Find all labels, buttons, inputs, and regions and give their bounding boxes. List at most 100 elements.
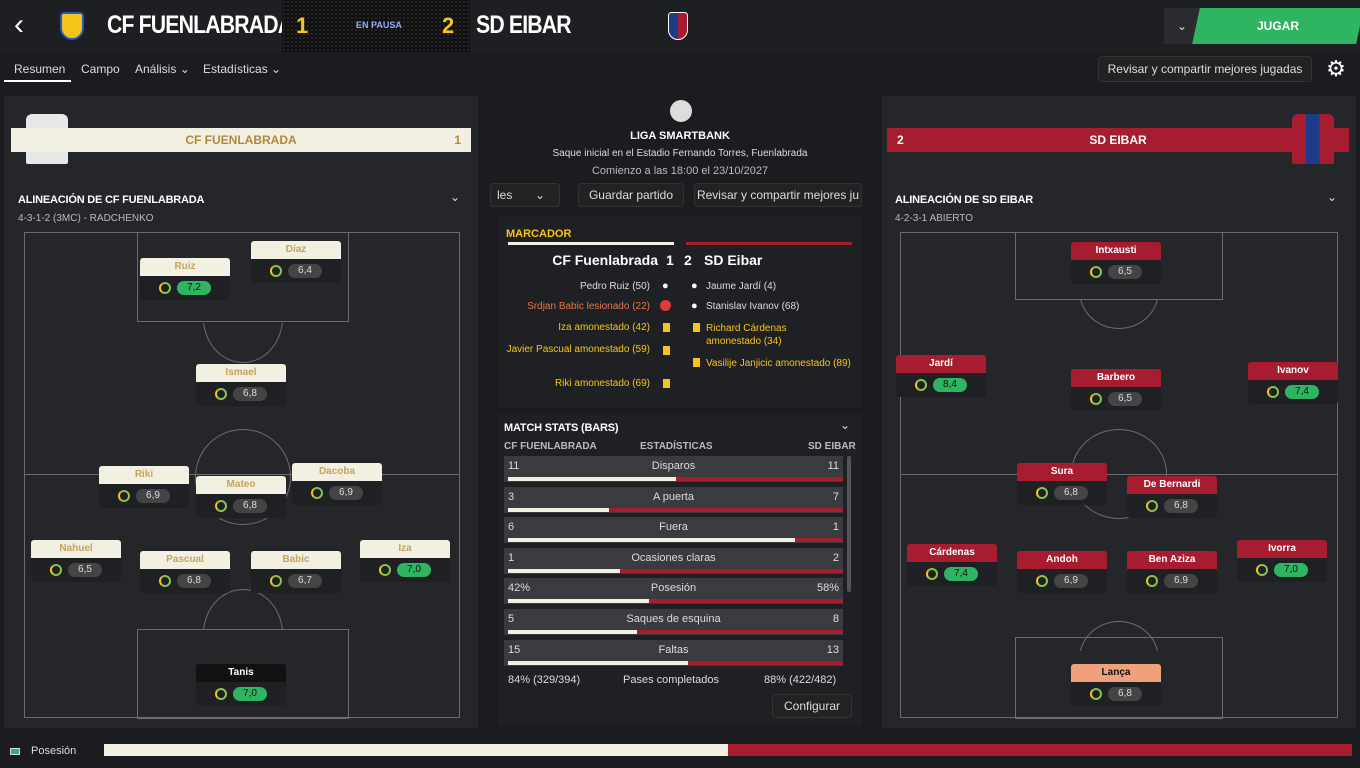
away-player[interactable]: Jardí 8,4 (896, 355, 986, 397)
away-formation: 4-2-3-1 ABIERTO (895, 213, 973, 224)
stat-away-bar (795, 538, 843, 542)
save-match-button[interactable]: Guardar partido (578, 183, 684, 207)
form-icon (915, 379, 927, 391)
away-player[interactable]: Ben Aziza 6,9 (1127, 551, 1217, 593)
home-player[interactable]: Iza 7,0 (360, 540, 450, 582)
home-player[interactable]: Babic 6,7 (251, 551, 341, 593)
away-player[interactable]: Ivorra 7,0 (1237, 540, 1327, 582)
stat-label: Disparos (651, 460, 696, 472)
stat-label: Saques de esquina (626, 613, 721, 625)
tab-resumen[interactable]: Resumen (14, 62, 65, 76)
home-player[interactable]: Mateo 6,8 (196, 476, 286, 518)
passes-home: 84% (329/394) (508, 674, 581, 686)
tab-campo[interactable]: Campo (81, 62, 120, 76)
score-box: 1 EN PAUSA 2 (282, 0, 470, 52)
away-event: Richard Cárdenas amonestado (34) (706, 323, 787, 347)
player-rating: 6,8 (1164, 499, 1198, 513)
player-name: Riki (99, 466, 189, 484)
chevron-down-icon[interactable]: ⌄ (1327, 190, 1337, 204)
gear-icon[interactable]: ⚙ (1322, 56, 1350, 82)
possession-home-bar (104, 744, 728, 756)
away-player[interactable]: Sura 6,8 (1017, 463, 1107, 505)
stat-home-bar (508, 538, 795, 542)
away-player[interactable]: Barbero 6,5 (1071, 369, 1161, 411)
away-player[interactable]: Andoh 6,9 (1017, 551, 1107, 593)
player-name: Andoh (1017, 551, 1107, 569)
home-player[interactable]: Ismael 6,8 (196, 364, 286, 406)
form-icon (1146, 575, 1158, 587)
away-player[interactable]: Cárdenas 7,4 (907, 544, 997, 586)
review-share-button-2[interactable]: Revisar y compartir mejores ju (694, 183, 862, 207)
player-name: Ismael (196, 364, 286, 382)
possession-icon (10, 748, 20, 755)
review-share-button[interactable]: Revisar y compartir mejores jugadas (1098, 56, 1312, 82)
configure-button[interactable]: Configurar (772, 694, 852, 718)
away-team-name: SD EIBAR (476, 11, 572, 39)
home-player[interactable]: Díaz 6,4 (251, 241, 341, 283)
back-arrow-icon[interactable]: ‹ (14, 10, 42, 42)
player-name: Díaz (251, 241, 341, 259)
home-player[interactable]: Dacoba 6,9 (292, 463, 382, 505)
stat-away-bar (688, 661, 843, 665)
stat-away: 11 (827, 460, 839, 472)
away-event: Vasilije Janjicic amonestado (89) (706, 358, 851, 369)
home-lineup-title: ALINEACIÓN DE CF FUENLABRADA (18, 194, 205, 206)
stat-row: 5 Saques de esquina 8 (504, 609, 843, 635)
form-icon (1036, 487, 1048, 499)
player-rating: 6,8 (233, 387, 267, 401)
tab-analisis[interactable]: Análisis ⌄ (135, 62, 190, 76)
stats-scrollbar[interactable] (847, 456, 851, 592)
player-rating: 6,5 (1108, 265, 1142, 279)
play-button[interactable]: JUGAR (1192, 8, 1360, 44)
away-player[interactable]: De Bernardi 6,8 (1127, 476, 1217, 518)
scoreboard-away-score: 2 (684, 252, 692, 268)
form-icon (1036, 575, 1048, 587)
form-icon (1090, 266, 1102, 278)
player-name: Dacoba (292, 463, 382, 481)
away-player[interactable]: Lança 6,8 (1071, 664, 1161, 706)
away-pitch (900, 232, 1338, 719)
player-rating: 6,8 (1054, 486, 1088, 500)
stat-away: 58% (816, 582, 839, 594)
partial-button[interactable]: les ⌄ (490, 183, 560, 207)
scoreboard-home-score: 1 (666, 252, 674, 268)
player-name: Ruiz (140, 258, 230, 276)
chevron-down-icon[interactable]: ⌄ (840, 418, 850, 432)
tab-estadisticas[interactable]: Estadísticas ⌄ (203, 62, 281, 76)
stat-label: Ocasiones claras (631, 552, 716, 564)
away-team-bar: 2 SD EIBAR (887, 128, 1349, 152)
player-name: Lança (1071, 664, 1161, 682)
player-rating: 6,4 (288, 264, 322, 278)
form-icon (311, 487, 323, 499)
yellow-card-icon (693, 358, 700, 367)
player-rating: 7,4 (1285, 385, 1319, 399)
player-name: Nahuel (31, 540, 121, 558)
stat-home-bar (508, 661, 688, 665)
home-player[interactable]: Ruiz 7,2 (140, 258, 230, 300)
away-player[interactable]: Ivanov 7,4 (1248, 362, 1338, 404)
form-icon (270, 265, 282, 277)
stat-away: 8 (832, 613, 839, 625)
ball-icon: ● (662, 280, 669, 292)
home-player[interactable]: Nahuel 6,5 (31, 540, 121, 582)
home-score: 1 (296, 13, 309, 38)
player-name: Sura (1017, 463, 1107, 481)
chevron-down-icon[interactable]: ⌄ (450, 190, 460, 204)
league-logo-icon (670, 100, 692, 122)
stat-home-bar (508, 599, 649, 603)
home-event: Iza amonestado (42) (558, 322, 650, 333)
stat-row: 11 Disparos 11 (504, 456, 843, 482)
away-shirt-icon (1292, 114, 1334, 164)
home-player[interactable]: Tanis 7,0 (196, 664, 286, 706)
player-name: Pascual (140, 551, 230, 569)
player-name: Jardí (896, 355, 986, 373)
player-rating: 6,7 (288, 574, 322, 588)
away-player[interactable]: Intxausti 6,5 (1071, 242, 1161, 284)
form-icon (215, 388, 227, 400)
home-player[interactable]: Riki 6,9 (99, 466, 189, 508)
player-rating: 7,4 (944, 567, 978, 581)
stat-label: Faltas (658, 644, 689, 656)
stat-home-bar (508, 630, 637, 634)
home-player[interactable]: Pascual 6,8 (140, 551, 230, 593)
stat-away-bar (609, 508, 843, 512)
